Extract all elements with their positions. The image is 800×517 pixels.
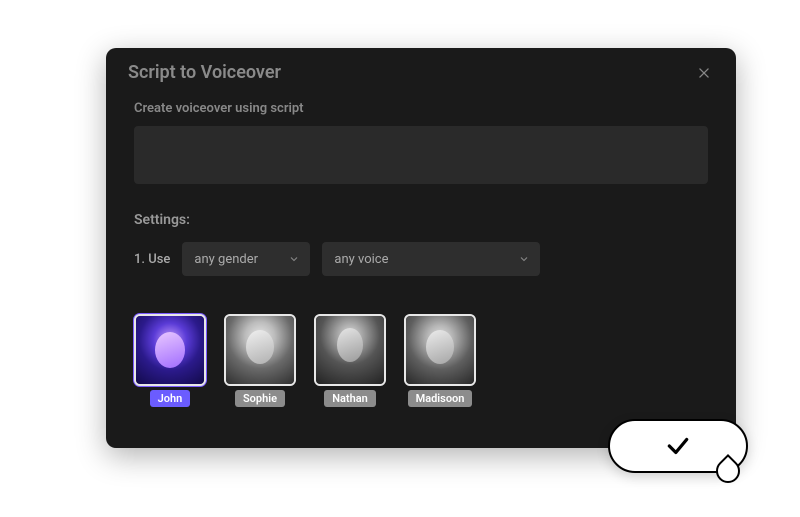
modal-title: Script to Voiceover [128,62,281,83]
chevron-down-icon [518,253,530,265]
voice-name-label: John [150,390,191,407]
voice-card-nathan[interactable]: Nathan [314,314,386,407]
row-prefix: 1. Use [134,252,170,267]
gender-select[interactable]: any gender [182,242,310,276]
voice-select-value: any voice [334,252,388,267]
voice-select[interactable]: any voice [322,242,540,276]
settings-block: Settings: 1. Use any gender any voice [134,212,708,276]
settings-row: 1. Use any gender any voice [134,242,708,276]
close-button[interactable] [694,63,714,83]
settings-label: Settings: [134,212,708,228]
avatar [134,314,206,386]
script-to-voiceover-modal: Script to Voiceover Create voiceover usi… [106,48,736,448]
avatar [224,314,296,386]
modal-header: Script to Voiceover [106,48,736,93]
script-input[interactable] [134,126,708,184]
chevron-down-icon [288,253,300,265]
voice-card-sophie[interactable]: Sophie [224,314,296,407]
voice-options-row: John Sophie Nathan Madisoon [134,314,708,407]
voice-name-label: Sophie [235,390,285,407]
script-label: Create voiceover using script [134,101,708,116]
check-icon [665,433,691,459]
modal-body: Create voiceover using script Settings: … [106,93,736,448]
voice-name-label: Madisoon [408,390,473,407]
voice-name-label: Nathan [324,390,376,407]
avatar [314,314,386,386]
voice-card-madisoon[interactable]: Madisoon [404,314,476,407]
avatar [404,314,476,386]
close-icon [697,66,711,80]
gender-select-value: any gender [194,252,258,267]
voice-card-john[interactable]: John [134,314,206,407]
